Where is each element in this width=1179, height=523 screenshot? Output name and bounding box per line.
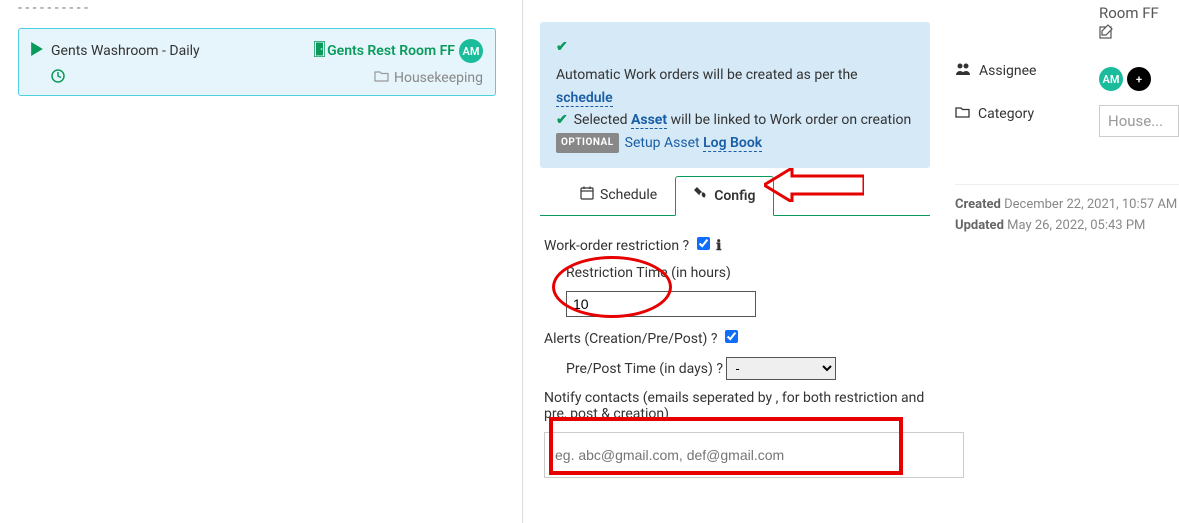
category-select[interactable]: House... [1099, 105, 1179, 137]
info-line3a: Setup Asset [625, 135, 700, 151]
card-title: Gents Washroom - Daily [51, 43, 200, 59]
restrict-time-input[interactable] [566, 291, 756, 317]
wrench-icon [694, 187, 708, 205]
tab-schedule[interactable]: Schedule [562, 176, 675, 215]
add-assignee-button[interactable]: + [1127, 67, 1151, 91]
prepost-select[interactable]: - [726, 357, 836, 380]
schedule-link[interactable]: schedule [556, 90, 613, 107]
asset-link-info[interactable]: Asset [631, 112, 667, 129]
restrict-checkbox[interactable] [697, 237, 710, 250]
vertical-divider [522, 0, 523, 523]
door-icon [314, 41, 325, 61]
edit-icon[interactable] [1099, 24, 1179, 43]
alerts-checkbox[interactable] [725, 330, 738, 343]
restrict-label: Work-order restriction ? [544, 238, 689, 254]
category-label: Category [978, 106, 1034, 122]
assignee-icon [955, 62, 971, 80]
workorder-card[interactable]: Gents Washroom - Daily Gents Rest Room F… [18, 28, 496, 96]
play-icon [31, 42, 43, 60]
tab-schedule-label: Schedule [600, 187, 657, 203]
info-icon[interactable]: ℹ [716, 239, 721, 254]
check-icon: ✔ [556, 109, 568, 131]
tab-config-label: Config [714, 188, 755, 204]
divider-dashes: - - - - - - - - - - [18, 0, 496, 16]
card-category: Housekeeping [374, 70, 483, 86]
asset-link[interactable]: Gents Rest Room FF AM [314, 39, 483, 63]
avatar: AM [459, 39, 483, 63]
card-category-text: Housekeeping [394, 70, 483, 86]
calendar-icon [580, 186, 594, 204]
tab-config[interactable]: Config [675, 176, 774, 216]
alerts-label: Alerts (Creation/Pre/Post) ? [544, 331, 718, 347]
created-label: Created [955, 197, 1001, 212]
info-line2b: will be linked to Work order on creation [671, 112, 912, 128]
info-line2a: Selected [574, 112, 628, 128]
logbook-link[interactable]: Log Book [703, 135, 762, 152]
notify-label: Notify contacts (emails seperated by , f… [544, 390, 924, 422]
assignee-label: Assignee [979, 63, 1036, 79]
created-value: December 22, 2021, 10:57 AM [1004, 197, 1177, 212]
clock-icon [51, 69, 65, 87]
optional-badge: OPTIONAL [556, 133, 619, 153]
info-line1: Automatic Work orders will be created as… [556, 67, 858, 83]
detail-title-cut: Room FF [1099, 4, 1179, 22]
tabs: Schedule Config [540, 176, 930, 216]
assignee-avatar[interactable]: AM [1099, 67, 1123, 91]
info-box: ✔ Automatic Work orders will be created … [540, 22, 930, 168]
folder-icon [955, 106, 970, 122]
updated-label: Updated [955, 218, 1004, 233]
prepost-label: Pre/Post Time (in days) ? [566, 361, 723, 377]
folder-icon [374, 70, 389, 86]
notify-input[interactable] [544, 432, 964, 478]
asset-link-text: Gents Rest Room FF [327, 43, 455, 59]
updated-value: May 26, 2022, 05:43 PM [1007, 218, 1145, 233]
restrict-time-label: Restriction Time (in hours) [566, 265, 731, 281]
check-icon: ✔ [556, 36, 568, 58]
